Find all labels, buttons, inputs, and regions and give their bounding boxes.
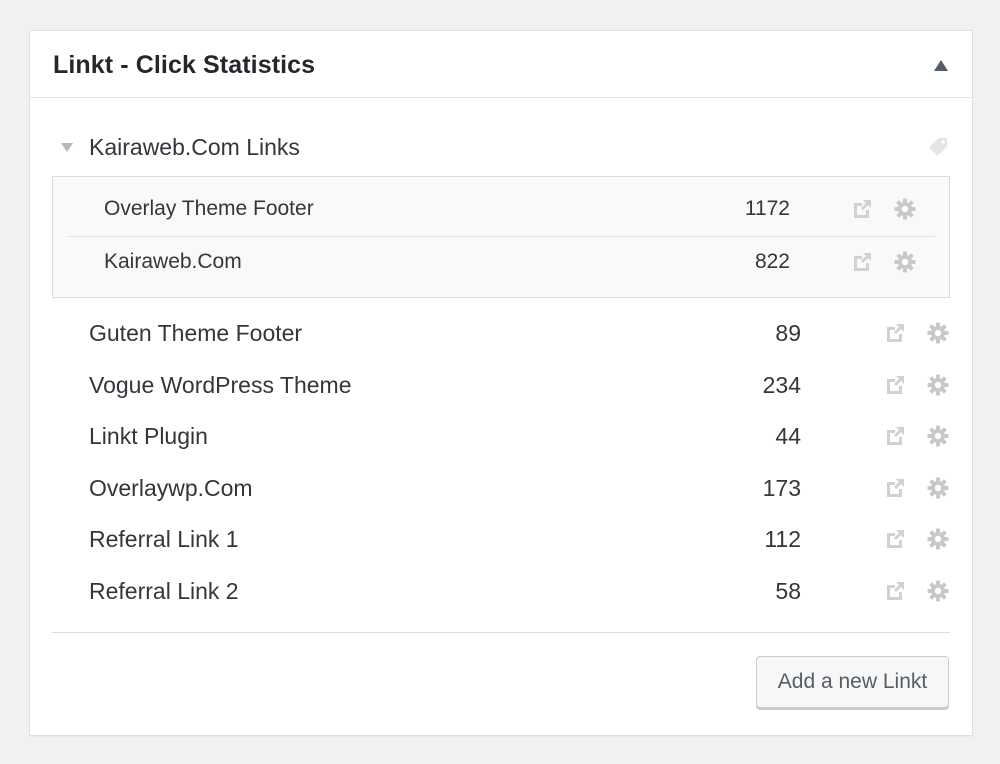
link-name[interactable]: Referral Link 1: [89, 526, 239, 553]
group-caret-icon[interactable]: [61, 143, 75, 153]
external-link-icon[interactable]: [884, 580, 906, 602]
link-row: Vogue WordPress Theme 234: [52, 361, 950, 413]
link-row: Referral Link 1 112: [52, 515, 950, 567]
link-name[interactable]: Linkt Plugin: [89, 423, 208, 450]
external-link-icon[interactable]: [884, 322, 906, 344]
external-link-icon[interactable]: [884, 528, 906, 550]
divider: [52, 632, 950, 633]
click-count: 234: [762, 371, 801, 398]
link-row: Referral Link 2 58: [52, 567, 950, 619]
gear-icon[interactable]: [926, 476, 950, 500]
gear-icon[interactable]: [893, 197, 917, 221]
gear-icon[interactable]: [926, 373, 950, 397]
link-row: Overlaywp.Com 173: [52, 464, 950, 516]
link-name[interactable]: Vogue WordPress Theme: [89, 372, 352, 399]
link-name[interactable]: Kairaweb.Com: [104, 250, 242, 274]
click-count: 1172: [744, 197, 790, 220]
click-count: 44: [775, 423, 801, 450]
group-title: Kairaweb.Com Links: [89, 134, 300, 160]
click-count: 89: [775, 320, 801, 346]
links-list: Guten Theme Footer 89 Vogue WordPress Them…: [52, 309, 950, 619]
click-statistics-widget: Linkt - Click Statistics Kairaweb.Com Li…: [29, 30, 973, 736]
collapse-toggle-icon[interactable]: [934, 60, 948, 71]
link-name[interactable]: Overlaywp.Com: [89, 475, 253, 502]
group-link-row: Overlay Theme Footer 1172: [67, 184, 935, 236]
add-new-linkt-button[interactable]: Add a new Linkt: [756, 656, 949, 708]
link-group-box: Overlay Theme Footer 1172 Kairaweb.Com 822: [52, 176, 950, 298]
link-group-header: Kairaweb.Com Links: [60, 131, 950, 165]
link-row: Guten Theme Footer 89: [52, 309, 950, 361]
link-row: Linkt Plugin 44: [52, 412, 950, 464]
external-link-icon[interactable]: [851, 251, 873, 273]
external-link-icon[interactable]: [884, 425, 906, 447]
click-count: 822: [754, 250, 790, 273]
gear-icon[interactable]: [926, 424, 950, 448]
external-link-icon[interactable]: [884, 374, 906, 396]
widget-header: Linkt - Click Statistics: [30, 31, 972, 98]
gear-icon[interactable]: [893, 250, 917, 274]
click-count: 173: [762, 474, 801, 501]
gear-icon[interactable]: [926, 527, 950, 551]
link-name[interactable]: Overlay Theme Footer: [104, 197, 314, 221]
link-name[interactable]: Referral Link 2: [89, 578, 239, 605]
group-link-row: Kairaweb.Com 822: [67, 236, 935, 288]
external-link-icon[interactable]: [884, 477, 906, 499]
widget-title: Linkt - Click Statistics: [53, 51, 316, 79]
gear-icon[interactable]: [926, 321, 950, 345]
external-link-icon[interactable]: [851, 198, 873, 220]
tag-icon[interactable]: [926, 135, 950, 159]
link-name[interactable]: Guten Theme Footer: [89, 320, 302, 347]
click-count: 112: [764, 526, 801, 553]
gear-icon[interactable]: [926, 579, 950, 603]
click-count: 58: [775, 577, 801, 604]
